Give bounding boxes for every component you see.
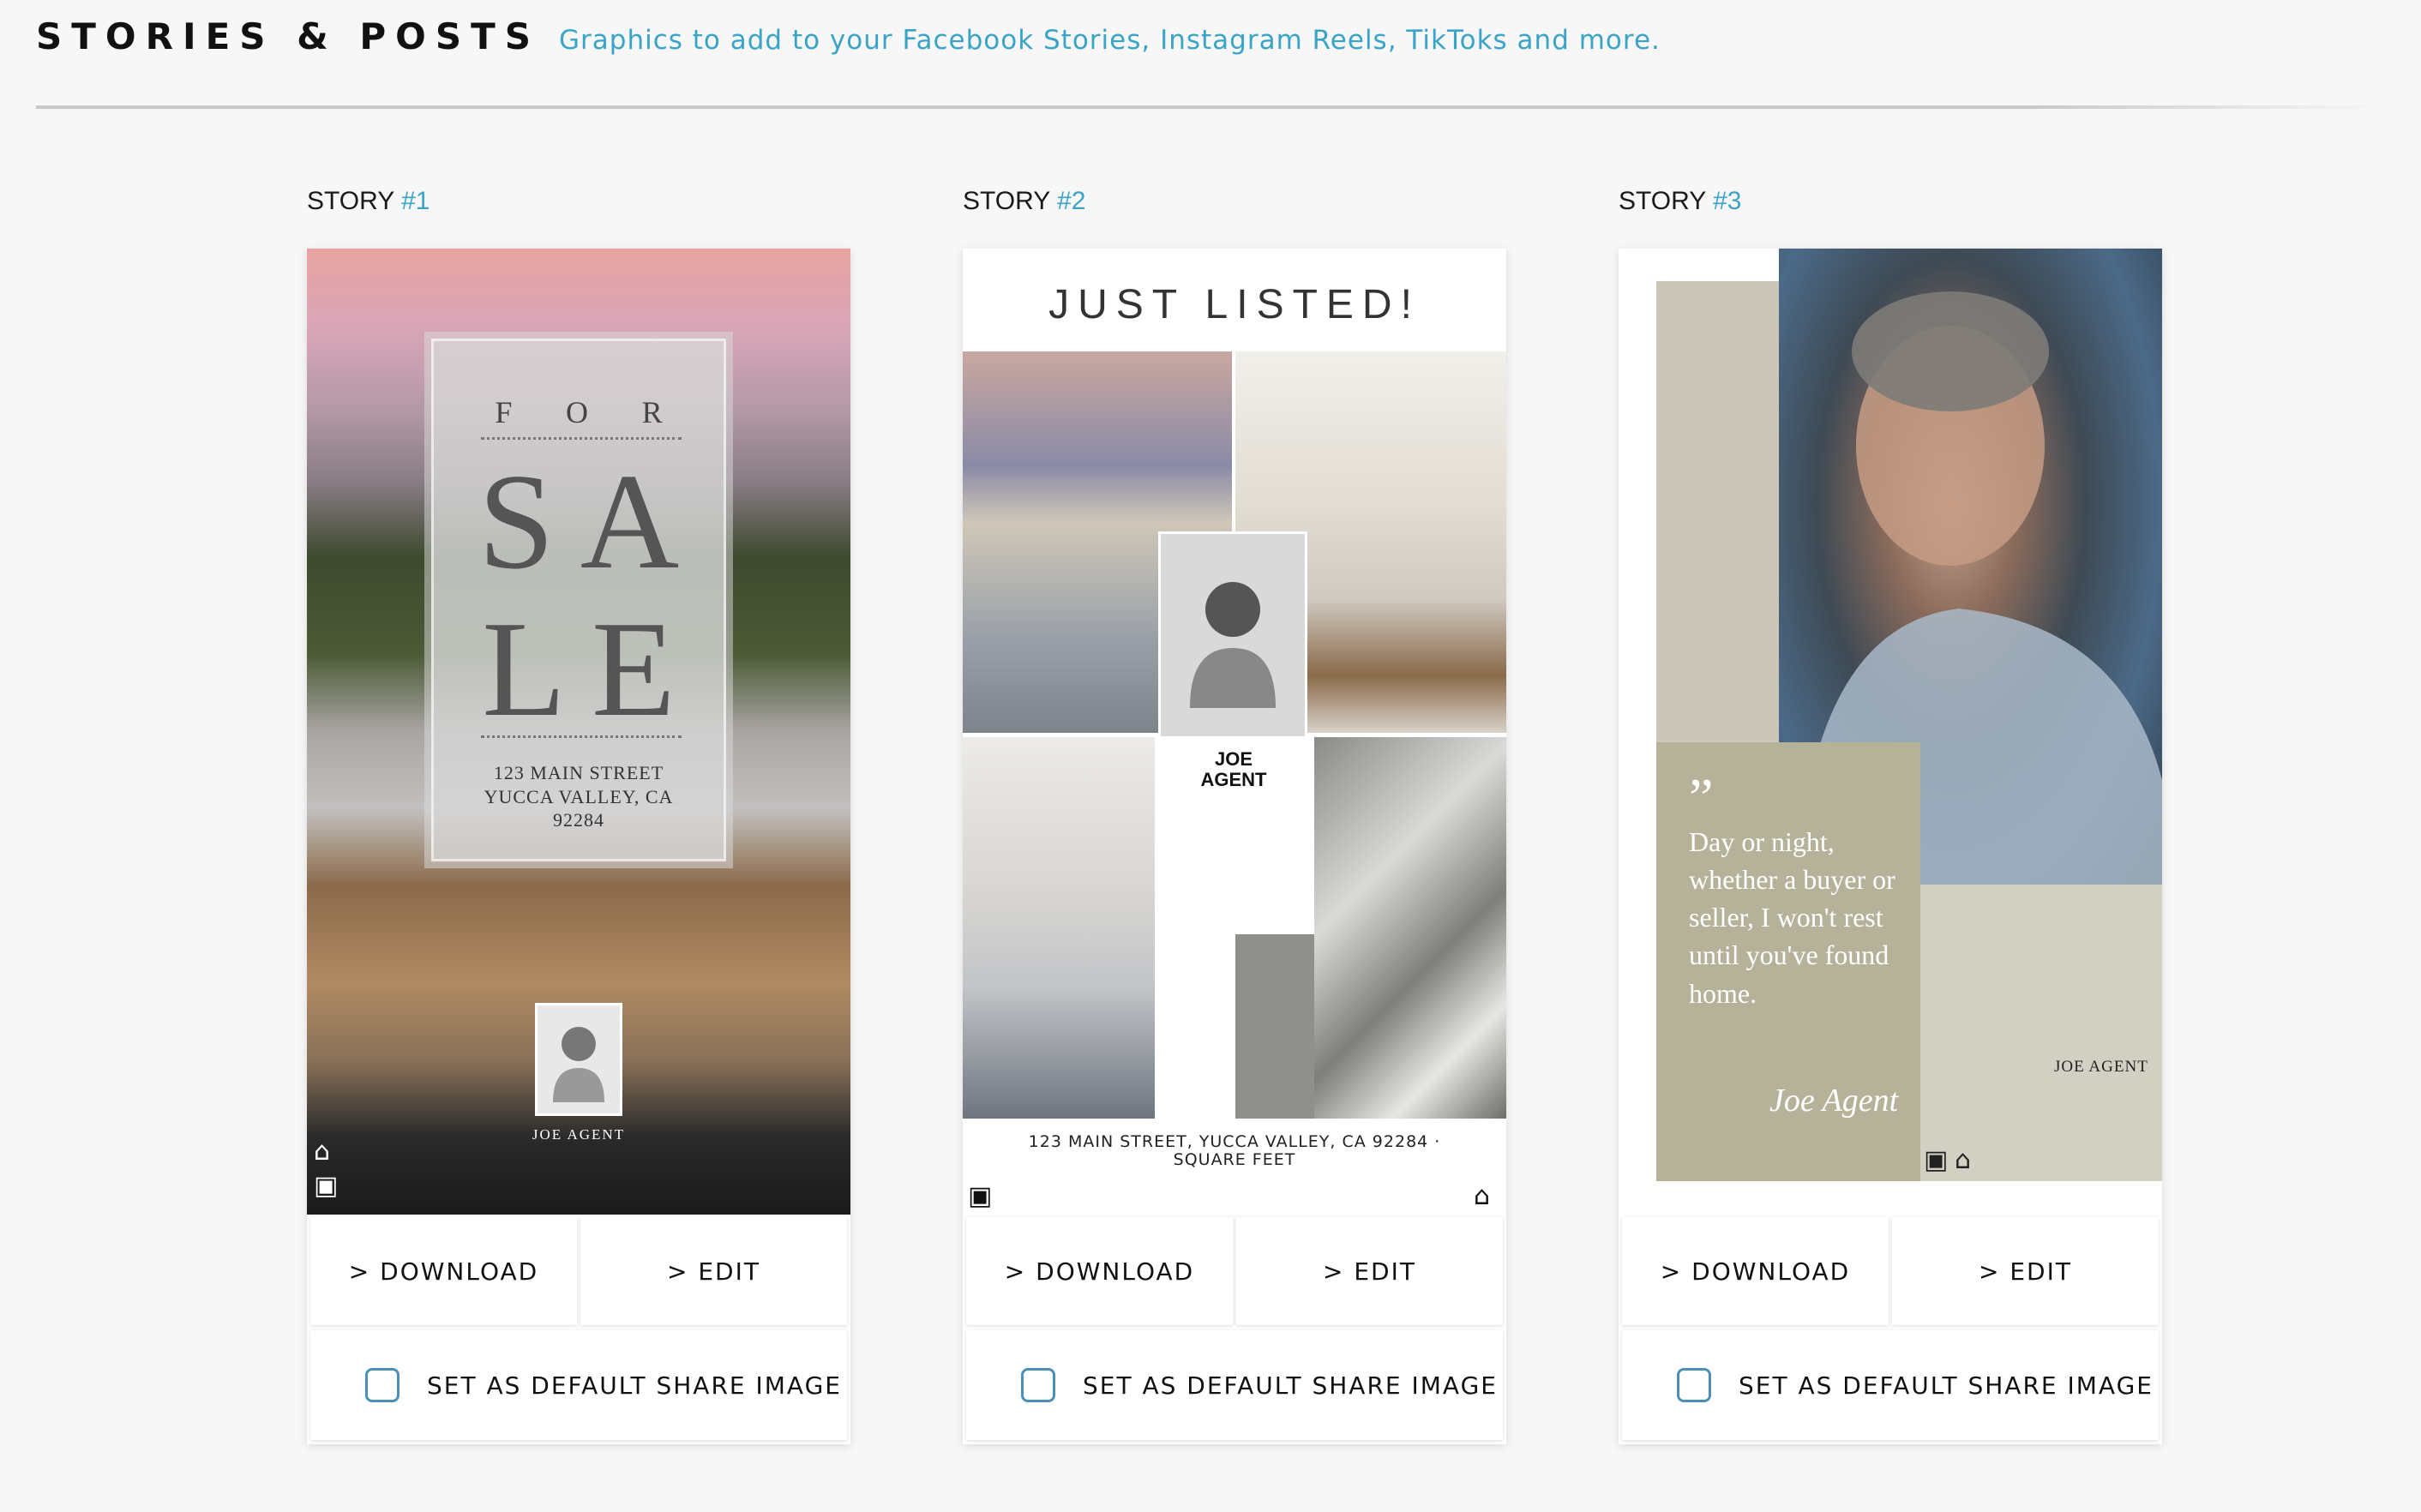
listing-address: 123 MAIN STREET YUCCA VALLEY, CA 92284	[434, 761, 724, 832]
story-card-3: ” Day or night, whether a buyer or selle…	[1619, 249, 2162, 1444]
story-label-prefix: STORY	[963, 187, 1050, 215]
dotted-divider	[481, 437, 682, 440]
edit-button[interactable]: > EDIT	[580, 1217, 847, 1325]
listing-address: 123 MAIN STREET, YUCCA VALLEY, CA 92284 …	[963, 1133, 1506, 1169]
edit-button[interactable]: > EDIT	[1892, 1217, 2159, 1325]
agent-signature: Joe Agent	[1769, 1083, 1899, 1119]
realtor-icon: ▣	[968, 1181, 993, 1211]
equal-housing-icon: ⌂	[1474, 1181, 1491, 1211]
story-label-prefix: STORY	[1619, 187, 1706, 215]
agent-name-box	[1920, 885, 2162, 1181]
address-line: SQUARE FEET	[1173, 1149, 1296, 1169]
sale-line-2: LE	[482, 592, 701, 745]
agent-name-line: AGENT	[1200, 769, 1267, 791]
agent-headshot	[535, 1003, 622, 1116]
page-title: STORIES & POSTS	[36, 15, 541, 57]
floor-plan-3d-part	[1235, 934, 1314, 1119]
download-button[interactable]: > DOWNLOAD	[966, 1217, 1233, 1325]
equal-housing-icon: ⌂	[1955, 1145, 1972, 1175]
default-share-checkbox[interactable]	[1021, 1368, 1055, 1402]
download-button[interactable]: > DOWNLOAD	[1622, 1217, 1889, 1325]
default-share-label: SET AS DEFAULT SHARE IMAGE	[1739, 1371, 2154, 1400]
for-text: F O R	[434, 394, 724, 430]
story-preview-3: ” Day or night, whether a buyer or selle…	[1619, 249, 2162, 1215]
default-share-option[interactable]: SET AS DEFAULT SHARE IMAGE	[1622, 1330, 2159, 1440]
default-share-option[interactable]: SET AS DEFAULT SHARE IMAGE	[310, 1330, 847, 1440]
story-actions: > DOWNLOAD > EDIT	[310, 1217, 847, 1325]
just-listed-headline: JUST LISTED!	[1048, 282, 1421, 327]
for-sale-panel: F O R SA LE 123 MAIN STREET YUCCA VALLEY…	[424, 332, 733, 868]
agent-name-box: JOE AGENT	[1156, 737, 1311, 934]
story-label-number: #2	[1057, 187, 1086, 215]
agent-quote: Day or night, whether a buyer or seller,…	[1689, 826, 1895, 1009]
story-label-3: STORY #3	[1619, 187, 1741, 216]
agent-name: JOE AGENT	[532, 1126, 626, 1143]
header-divider	[36, 105, 2385, 109]
agent-name-line: JOE	[1214, 748, 1253, 770]
agent-name: JOE AGENT	[2054, 1058, 2148, 1076]
sale-line-1: SA	[478, 445, 706, 597]
default-share-checkbox[interactable]	[1677, 1368, 1711, 1402]
agent-headshot	[1158, 531, 1307, 739]
story-label-1: STORY #1	[307, 187, 430, 216]
default-share-option[interactable]: SET AS DEFAULT SHARE IMAGE	[966, 1330, 1503, 1440]
for-letter: F	[495, 395, 513, 429]
story-actions: > DOWNLOAD > EDIT	[1622, 1217, 2159, 1325]
address-line: 123 MAIN STREET, YUCCA VALLEY, CA 92284 …	[1028, 1132, 1441, 1151]
default-share-label: SET AS DEFAULT SHARE IMAGE	[427, 1371, 842, 1400]
equal-housing-icon: ⌂	[314, 1137, 331, 1167]
story-label-number: #1	[401, 187, 430, 215]
story-label-number: #3	[1713, 187, 1742, 215]
for-letter: R	[641, 395, 663, 429]
realtor-icon: ▣	[1924, 1145, 1949, 1175]
bedroom-photo	[963, 737, 1155, 1119]
address-line: 123 MAIN STREET	[493, 762, 664, 783]
floor-plan-3d	[1314, 737, 1506, 1119]
story-preview-1: F O R SA LE 123 MAIN STREET YUCCA VALLEY…	[307, 249, 850, 1215]
quote-mark: ”	[1689, 767, 1714, 828]
default-share-label: SET AS DEFAULT SHARE IMAGE	[1083, 1371, 1498, 1400]
story-preview-2: JUST LISTED! JOE AGENT 123 MAIN STREET, …	[963, 249, 1506, 1215]
person-icon	[1190, 582, 1276, 708]
address-line: 92284	[553, 809, 604, 831]
dotted-divider	[481, 735, 682, 738]
page-header: STORIES & POSTS Graphics to add to your …	[36, 15, 1661, 57]
story-card-2: JUST LISTED! JOE AGENT 123 MAIN STREET, …	[963, 249, 1506, 1444]
realtor-icon: ▣	[314, 1171, 339, 1201]
story-label-prefix: STORY	[307, 187, 394, 215]
story-card-1: F O R SA LE 123 MAIN STREET YUCCA VALLEY…	[307, 249, 850, 1444]
default-share-checkbox[interactable]	[365, 1368, 399, 1402]
page-subtitle: Graphics to add to your Facebook Stories…	[559, 25, 1661, 56]
download-button[interactable]: > DOWNLOAD	[310, 1217, 577, 1325]
address-line: YUCCA VALLEY, CA	[484, 785, 674, 807]
story-label-2: STORY #2	[963, 187, 1085, 216]
for-letter: O	[565, 395, 588, 429]
edit-button[interactable]: > EDIT	[1236, 1217, 1503, 1325]
story-actions: > DOWNLOAD > EDIT	[966, 1217, 1503, 1325]
person-icon	[553, 1027, 604, 1102]
